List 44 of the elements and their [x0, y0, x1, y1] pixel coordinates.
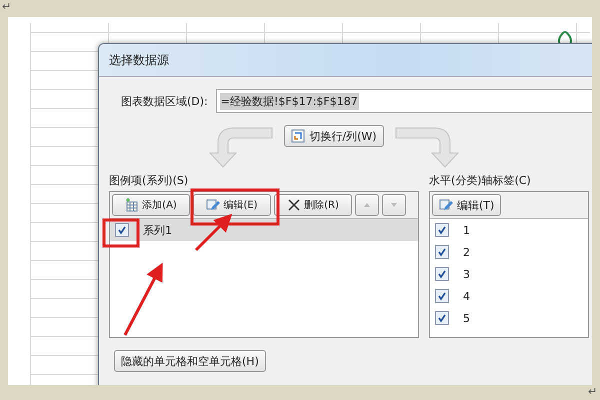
checkbox[interactable] [435, 267, 449, 281]
edit-pencil-icon [439, 198, 453, 212]
check-mark-icon [437, 225, 447, 235]
delete-button[interactable]: 删除(R) [274, 194, 352, 216]
check-mark-icon [437, 313, 447, 323]
edit-button[interactable]: 编辑(T) [432, 194, 502, 216]
checkbox[interactable] [435, 245, 449, 259]
check-mark-icon [437, 247, 447, 257]
edit-pencil-icon [206, 198, 220, 212]
checkbox[interactable] [435, 289, 449, 303]
paragraph-mark: ↵ [2, 1, 12, 12]
window-title: 选择数据源 [99, 44, 592, 77]
add-table-icon [125, 198, 140, 212]
axis-label: 水平(分类)轴标签(C) [429, 173, 532, 188]
add-button[interactable]: 添加(A) [112, 194, 190, 216]
check-mark-icon [117, 225, 127, 235]
category-label: 2 [463, 246, 470, 258]
category-label: 5 [463, 312, 470, 324]
switch-icon [291, 129, 306, 143]
axis-list-item[interactable]: 5 [430, 307, 588, 329]
range-input-field[interactable]: =经验数据!$F$17:$F$187 [216, 89, 592, 113]
category-label: 1 [463, 224, 470, 236]
annotation-arrow [194, 214, 232, 252]
switch-row-column-button[interactable]: 切换行/列(W) [284, 125, 384, 147]
checkbox[interactable] [435, 311, 449, 325]
range-label: 图表数据区域(D): [121, 94, 208, 108]
axis-list-item[interactable]: 2 [430, 241, 588, 263]
axis-list-item[interactable]: 3 [430, 263, 588, 285]
delete-x-icon [287, 198, 302, 212]
series-name: 系列1 [143, 222, 172, 238]
check-mark-icon [437, 269, 447, 279]
series-label: 图例项(系列)(S) [109, 173, 190, 188]
axis-list-item[interactable]: 1 [430, 219, 588, 241]
axis-list-item[interactable]: 4 [430, 285, 588, 307]
edit-button[interactable]: 编辑(E) [193, 194, 271, 216]
highlight-frame [102, 218, 140, 248]
hidden-cells-button[interactable]: 隐藏的单元格和空单元格(H) [114, 350, 266, 372]
checkbox[interactable] [115, 223, 129, 237]
series-list-item[interactable]: 系列1 [110, 219, 418, 241]
category-label: 4 [463, 290, 470, 302]
checkbox[interactable] [435, 223, 449, 237]
check-mark-icon [437, 291, 447, 301]
category-label: 3 [463, 268, 470, 280]
paragraph-mark: ↵ [588, 386, 598, 397]
